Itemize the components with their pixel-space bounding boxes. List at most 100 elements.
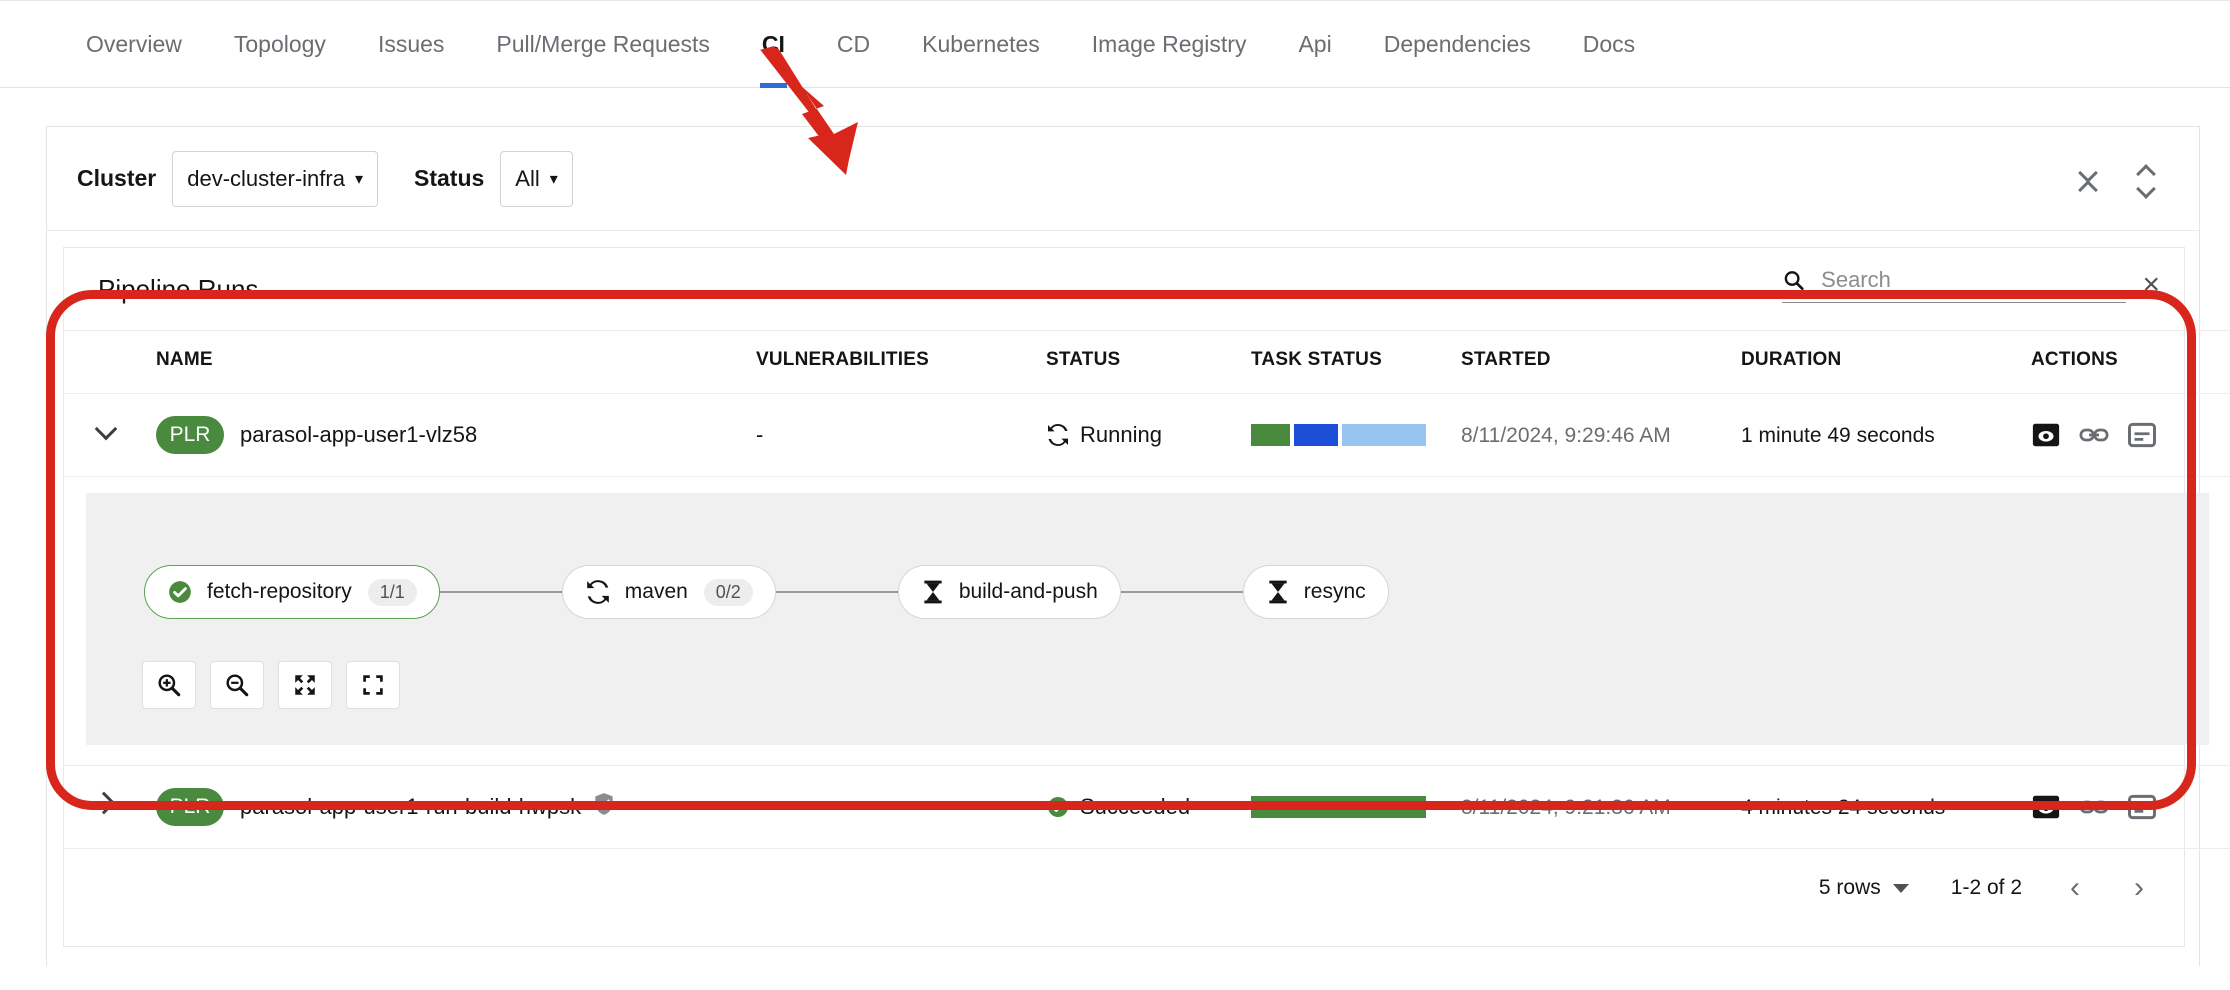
tab-docs-label: Docs <box>1583 31 1635 57</box>
details-icon[interactable] <box>2127 792 2157 822</box>
prev-page-button[interactable]: ‹ <box>2064 873 2086 903</box>
row-expand-cell[interactable] <box>64 766 156 849</box>
pipeline-run-name[interactable]: parasol-app-user1-run-build-hwpsk <box>240 794 581 819</box>
tab-cd[interactable]: CD <box>811 0 896 88</box>
pipeline-node-build-and-push[interactable]: build-and-push <box>898 565 1121 619</box>
table-row[interactable]: PLRparasol-app-user1-vlz58 - Running <box>64 394 2230 477</box>
ci-panel: Cluster dev-cluster-infra ▾ Status All ▾ <box>46 126 2200 966</box>
status-select[interactable]: All ▾ <box>500 151 572 207</box>
tab-docs[interactable]: Docs <box>1557 0 1661 88</box>
reset-view-icon <box>360 672 386 698</box>
status-text: Running <box>1080 422 1162 448</box>
check-circle-icon <box>167 579 193 605</box>
zoom-in-button[interactable] <box>142 661 196 709</box>
hourglass-icon <box>921 579 945 605</box>
sync-running-icon <box>1046 423 1070 447</box>
search-area: × <box>1782 266 2162 303</box>
tab-api[interactable]: Api <box>1272 0 1357 88</box>
pipeline-connector <box>776 591 898 593</box>
pipeline-connector <box>440 591 562 593</box>
tab-ci-label: CI <box>762 31 785 57</box>
col-name: NAME <box>156 331 756 394</box>
tab-issues-label: Issues <box>378 31 444 57</box>
next-page-button[interactable]: › <box>2128 873 2150 903</box>
chevron-down-icon <box>2079 165 2099 176</box>
row-name-cell: PLR parasol-app-user1-run-build-hwpsk <box>156 766 756 849</box>
row-actions-cell <box>2031 394 2230 477</box>
graph-zoom-controls <box>142 661 400 709</box>
collapse-all-button[interactable] <box>2067 155 2111 203</box>
zoom-out-icon <box>224 672 250 698</box>
tab-overview[interactable]: Overview <box>60 0 208 88</box>
fit-to-screen-button[interactable] <box>278 661 332 709</box>
link-icon[interactable] <box>2079 420 2109 450</box>
table-row[interactable]: PLR parasol-app-user1-run-build-hwpsk - S… <box>64 766 2230 849</box>
row-status-cell: Succeeded <box>1046 766 1251 849</box>
tab-dependencies[interactable]: Dependencies <box>1358 0 1557 88</box>
pipeline-node-fetch-repository[interactable]: fetch-repository 1/1 <box>144 565 440 619</box>
pipeline-node-label: fetch-repository <box>207 580 352 604</box>
tab-image-registry-label: Image Registry <box>1092 31 1247 57</box>
zoom-out-button[interactable] <box>210 661 264 709</box>
rows-per-page-select[interactable]: 5 rows <box>1819 876 1909 900</box>
started-text: 8/11/2024, 9:21:36 AM <box>1461 796 1671 819</box>
view-logs-icon[interactable] <box>2031 792 2061 822</box>
pipeline-run-name[interactable]: parasol-app-user1-vlz58 <box>240 422 477 447</box>
sync-running-icon <box>585 579 611 605</box>
row-task-status-cell <box>1251 766 1461 849</box>
main-navigation-tabs: Overview Topology Issues Pull/Merge Requ… <box>0 0 2230 88</box>
reset-view-button[interactable] <box>346 661 400 709</box>
status-group: Running <box>1046 422 1251 448</box>
tab-topology[interactable]: Topology <box>208 0 352 88</box>
pipeline-node-maven[interactable]: maven 0/2 <box>562 565 776 619</box>
col-task-status: TASK STATUS <box>1251 331 1461 394</box>
pipeline-connector <box>1121 591 1243 593</box>
pipeline-node-row: fetch-repository 1/1 maven <box>144 565 1389 619</box>
expand-all-button[interactable] <box>2125 155 2169 203</box>
row-started-cell: 8/11/2024, 9:29:46 AM <box>1461 394 1741 477</box>
tab-dependencies-label: Dependencies <box>1384 31 1531 57</box>
pipeline-node-label: maven <box>625 580 688 604</box>
plr-badge: PLR <box>156 788 224 826</box>
pipeline-graph-panel: fetch-repository 1/1 maven <box>86 493 2209 745</box>
task-status-bar <box>1251 796 1426 818</box>
link-icon[interactable] <box>2079 792 2109 822</box>
row-actions <box>2031 420 2230 450</box>
table-body: PLR parasol-app-user1-vlz58 - Running <box>64 394 2230 849</box>
duration-text: 4 minutes 24 seconds <box>1741 796 1945 819</box>
task-segment-succeeded <box>1251 424 1290 446</box>
pipeline-node-count: 0/2 <box>704 579 753 606</box>
task-segment-succeeded <box>1251 796 1426 818</box>
tab-pull-merge-requests-label: Pull/Merge Requests <box>496 31 710 57</box>
search-field <box>1782 266 2126 303</box>
details-icon[interactable] <box>2127 420 2157 450</box>
pagination: 5 rows 1-2 of 2 ‹ › <box>64 849 2184 927</box>
col-status: STATUS <box>1046 331 1251 394</box>
row-duration-cell: 4 minutes 24 seconds <box>1741 766 2031 849</box>
search-input[interactable] <box>1819 266 2126 294</box>
tab-kubernetes[interactable]: Kubernetes <box>896 0 1066 88</box>
duration-text: 1 minute 49 seconds <box>1741 424 1935 447</box>
pipeline-runs-header: Pipeline Runs × <box>64 248 2184 330</box>
chevron-down-icon[interactable] <box>94 419 120 445</box>
row-expand-cell[interactable] <box>64 394 156 477</box>
tab-image-registry[interactable]: Image Registry <box>1066 0 1273 88</box>
chevron-right-icon[interactable] <box>94 791 120 817</box>
table-header-row: NAME VULNERABILITIES STATUS TASK STATUS … <box>64 331 2230 394</box>
pipeline-runs-card: Pipeline Runs × NAME <box>63 247 2185 947</box>
pipeline-node-resync[interactable]: resync <box>1243 565 1389 619</box>
shield-verified-icon <box>591 791 617 823</box>
cluster-select-value: dev-cluster-infra <box>187 166 345 192</box>
view-logs-icon[interactable] <box>2031 420 2061 450</box>
tab-pull-merge-requests[interactable]: Pull/Merge Requests <box>470 0 736 88</box>
col-duration: DURATION <box>1741 331 2031 394</box>
row-vulnerabilities: - <box>756 766 1046 849</box>
pipeline-runs-table: NAME VULNERABILITIES STATUS TASK STATUS … <box>64 330 2230 849</box>
clear-search-icon[interactable]: × <box>2140 270 2162 300</box>
tab-ci[interactable]: CI <box>736 0 811 88</box>
cluster-select[interactable]: dev-cluster-infra ▾ <box>172 151 378 207</box>
status-group: Succeeded <box>1046 794 1251 820</box>
tab-issues[interactable]: Issues <box>352 0 470 88</box>
col-toggle <box>64 331 156 394</box>
row-task-status-cell <box>1251 394 1461 477</box>
